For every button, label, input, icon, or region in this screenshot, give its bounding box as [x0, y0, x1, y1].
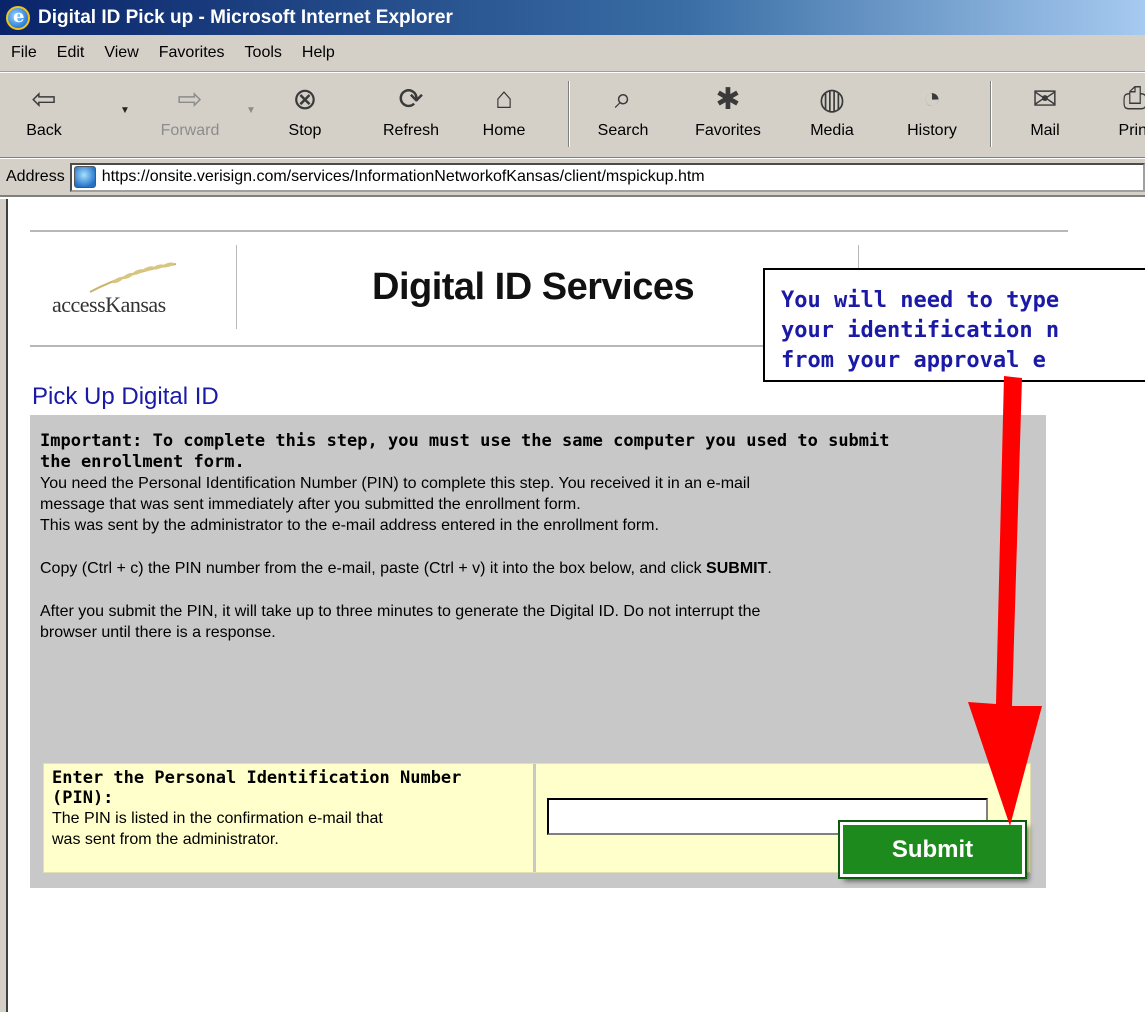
print-button[interactable]: ⎙ Print [1110, 77, 1145, 153]
pin-info-text: message that was sent immediately after … [40, 496, 581, 513]
wheat-icon [89, 262, 177, 293]
menu-tools[interactable]: Tools [236, 44, 293, 62]
divider [30, 230, 1068, 232]
stop-button[interactable]: ⊗ Stop [280, 77, 330, 153]
page-title: Pick Up Digital ID [32, 383, 219, 410]
address-url[interactable]: https://onsite.verisign.com/services/Inf… [102, 168, 705, 186]
back-button[interactable]: ⇦ Back [14, 77, 74, 153]
pin-help-text: was sent from the administrator. [52, 831, 279, 848]
red-arrow-icon [968, 376, 1042, 826]
internet-explorer-icon [6, 5, 30, 30]
forward-arrow-icon: ⇨ [177, 82, 203, 116]
search-button[interactable]: ⌕ Search [588, 77, 658, 153]
pin-info-text: This was sent by the administrator to th… [40, 517, 659, 534]
banner-title: Digital ID Services [372, 266, 695, 308]
address-label: Address [6, 168, 65, 185]
search-icon: ⌕ [614, 82, 632, 115]
pin-info-text: You need the Personal Identification Num… [40, 475, 751, 492]
menu-favorites[interactable]: Favorites [150, 44, 236, 62]
browser-toolbar: ⇦ Back ▼ ⇨ Forward ▼ ⊗ Stop ⟳ Refresh ⌂ … [0, 72, 1145, 158]
toolbar-separator [568, 81, 570, 147]
important-notice: Important: To complete this step, you mu… [40, 431, 890, 451]
media-icon: ◍ [818, 82, 846, 116]
favorites-folder-icon: ✱ [715, 82, 741, 116]
callout-text: You will need to type [781, 288, 1060, 313]
window-title: Digital ID Pick up - Microsoft Internet … [38, 6, 453, 28]
favorites-button[interactable]: ✱ Favorites [688, 77, 768, 153]
history-button[interactable]: ◔ History [900, 77, 964, 153]
menu-bar: File Edit View Favorites Tools Help [0, 35, 1145, 72]
callout-text: your identification n [781, 318, 1060, 343]
copy-instruction-text: Copy (Ctrl + c) the PIN number from the … [40, 560, 772, 577]
callout-text: from your approval e [781, 348, 1046, 373]
callout-box: You will need to type your identificatio… [763, 268, 1145, 382]
mail-icon: ✉ [1032, 82, 1058, 116]
menu-view[interactable]: View [95, 44, 149, 62]
media-button[interactable]: ◍ Media [804, 77, 860, 153]
forward-button[interactable]: ⇨ Forward [150, 77, 230, 153]
history-icon: ◔ [922, 82, 942, 115]
wait-notice-text: After you submit the PIN, it will take u… [40, 603, 761, 620]
menu-file[interactable]: File [2, 44, 48, 62]
accesskansas-logo: accessKansas [48, 252, 218, 322]
pin-label: Enter the Personal Identification Number [52, 768, 462, 788]
window-titlebar: Digital ID Pick up - Microsoft Internet … [0, 0, 1145, 35]
page-icon [73, 166, 96, 188]
pin-label-cell: Enter the Personal Identification Number… [44, 764, 536, 872]
logo-text: accessKansas [52, 292, 166, 317]
back-dropdown-icon[interactable]: ▼ [120, 105, 130, 116]
pin-label: (PIN): [52, 788, 114, 808]
stop-icon: ⊗ [292, 82, 318, 116]
home-icon: ⌂ [494, 82, 514, 115]
refresh-icon: ⟳ [398, 82, 424, 116]
window-frame-left [0, 199, 8, 1012]
mail-button[interactable]: ✉ Mail [1020, 77, 1070, 153]
important-notice: the enrollment form. [40, 452, 245, 472]
menu-edit[interactable]: Edit [48, 44, 96, 62]
back-arrow-icon: ⇦ [31, 82, 57, 116]
wait-notice-text: browser until there is a response. [40, 624, 276, 641]
forward-dropdown-icon[interactable]: ▼ [246, 105, 256, 116]
address-field[interactable]: https://onsite.verisign.com/services/Inf… [69, 162, 1145, 192]
divider [236, 245, 237, 329]
toolbar-separator [990, 81, 992, 147]
address-bar: Address https://onsite.verisign.com/serv… [0, 159, 1145, 197]
instructions-text: Important: To complete this step, you mu… [40, 431, 1040, 643]
pin-help-text: The PIN is listed in the confirmation e-… [52, 810, 383, 827]
home-button[interactable]: ⌂ Home [474, 77, 534, 153]
menu-help[interactable]: Help [293, 44, 346, 62]
refresh-button[interactable]: ⟳ Refresh [376, 77, 446, 153]
print-icon: ⎙ [1123, 82, 1145, 115]
